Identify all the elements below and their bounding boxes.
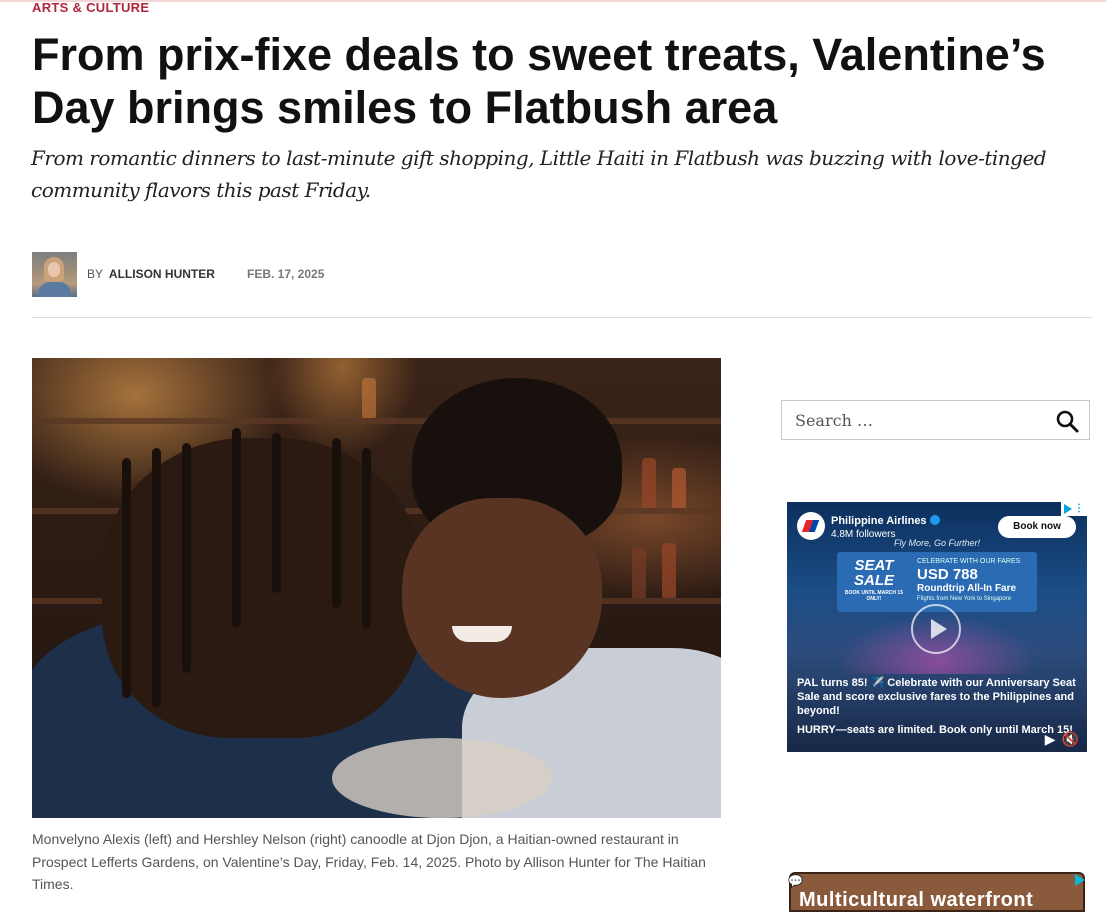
play-icon[interactable]: ▶ [1045,732,1056,748]
top-border [0,0,1106,2]
sidebar-video-ad[interactable]: ⋮ Philippine Airlines 4.8M followers Boo… [787,502,1087,752]
article-subheadline: From romantic dinners to last-minute gif… [31,146,1047,202]
advertiser-name: Philippine Airlines [831,515,940,527]
byline-prefix: By [87,267,104,281]
search-icon[interactable] [1055,409,1079,433]
search-form [781,400,1090,440]
author-link[interactable]: Allison Hunter [109,267,215,281]
seat-sale-title: SEAT SALE [853,557,894,589]
fare-price: USD 788 [917,566,978,583]
video-controls: ▶ 🔇 [1039,732,1079,748]
ad-urgency-text: HURRY—seats are limited. Book only until… [797,724,1073,736]
category-link[interactable]: Arts & Culture [32,0,149,15]
divider [32,317,1092,318]
publish-date: Feb. 17, 2025 [247,267,325,281]
seat-sale-card: SEAT SALE BOOK UNTIL MARCH 15 ONLY! CELE… [837,552,1037,612]
banner-ad-frame[interactable]: Multicultural waterfront [789,872,1085,912]
adchoices-icon[interactable] [1075,874,1085,886]
author-byline: By Allison Hunter [87,267,215,281]
mute-icon[interactable]: 🔇 [1062,732,1079,748]
ad-body-text: PAL turns 85! ✈️ Celebrate with our Anni… [797,677,1076,717]
banner-ad-text: Multicultural waterfront [799,889,1034,911]
book-until-note: BOOK UNTIL MARCH 15 ONLY! [845,590,903,602]
verified-icon [929,515,940,525]
photo-caption: Monvelyno Alexis (left) and Hershley Nel… [32,831,706,892]
play-video-icon[interactable] [911,604,961,654]
sidebar-banner-ad[interactable]: Multicultural waterfront 💬 [787,872,1087,912]
article-headline: From prix-fixe deals to sweet treats, Va… [32,29,1046,133]
search-input[interactable] [782,401,1055,439]
route-text: Flights from New York to Singapore [917,596,1012,602]
featured-photo [32,358,721,818]
byline: By Allison Hunter Feb. 17, 2025 [32,252,432,297]
ad-tagline: Fly More, Go Further! [893,538,981,548]
fare-type: Roundtrip All-In Fare [917,583,1017,594]
fares-label: CELEBRATE WITH OUR FARES [917,558,1021,565]
chat-icon[interactable]: 💬 [788,874,803,888]
author-avatar[interactable] [32,252,77,297]
airline-logo [797,512,825,540]
adchoices-icon[interactable]: ⋮ [1061,502,1087,516]
book-now-button[interactable]: Book now [998,516,1076,538]
